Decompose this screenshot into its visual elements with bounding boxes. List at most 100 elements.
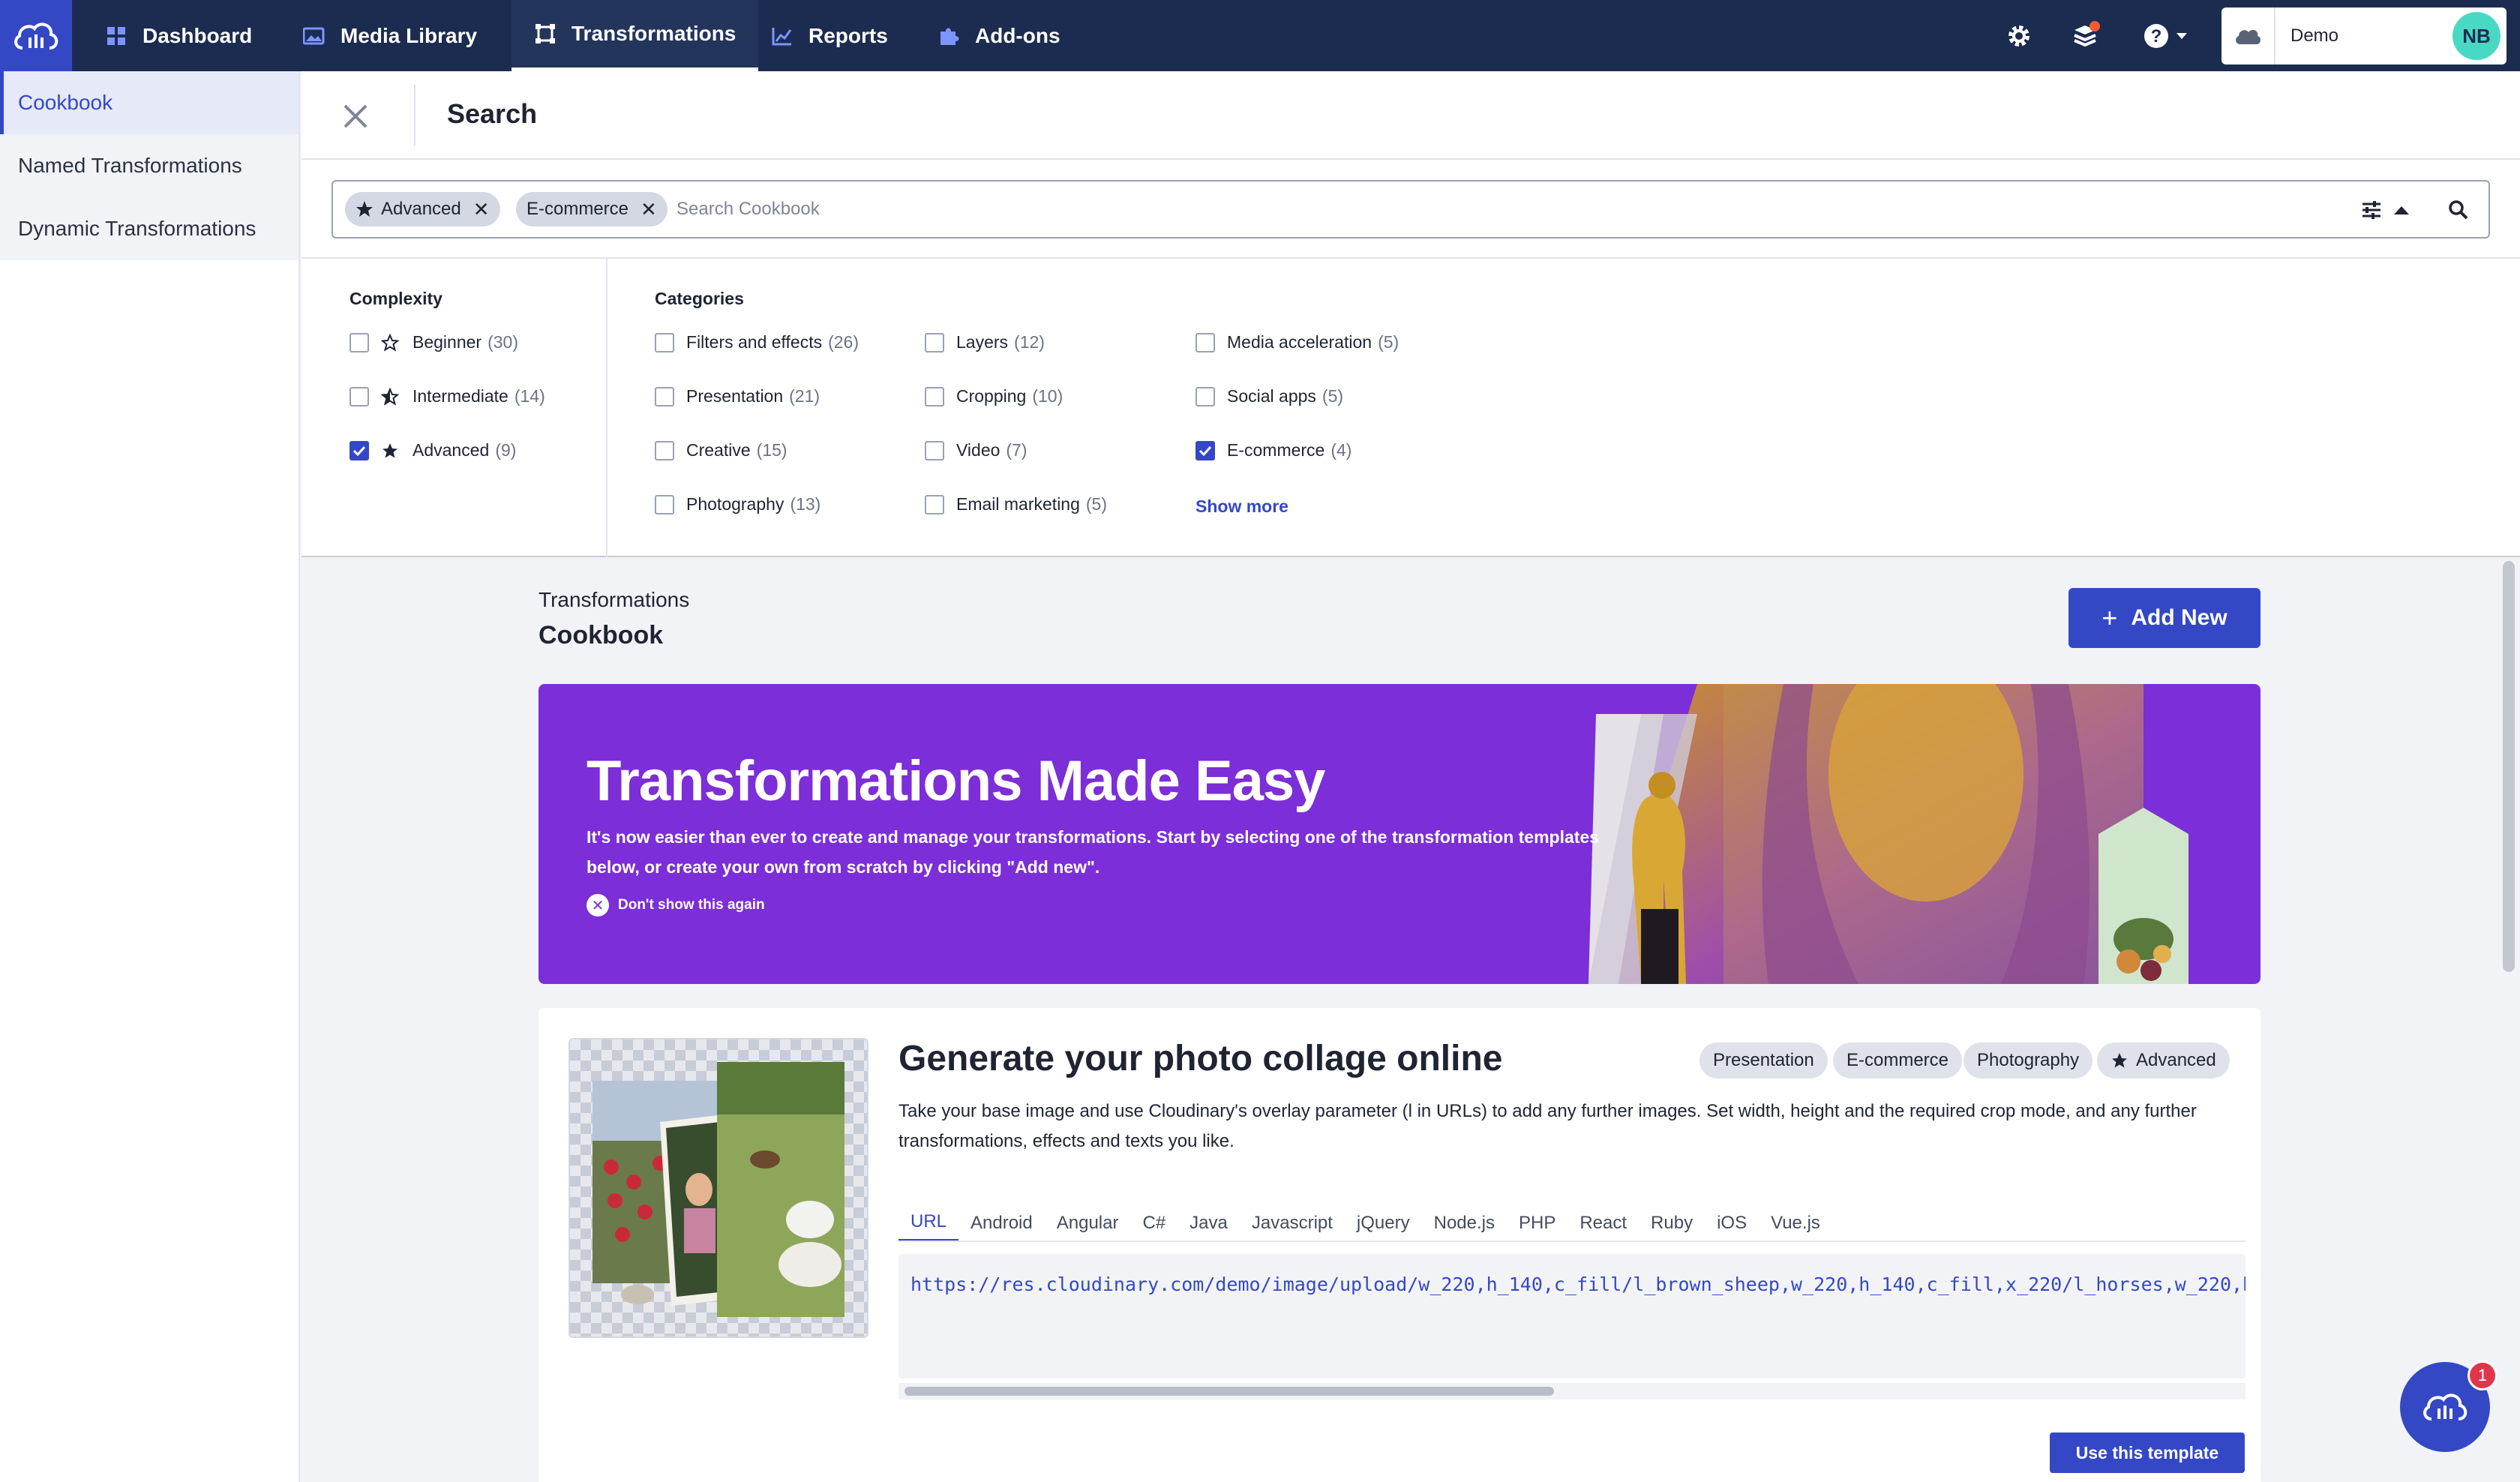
option-count: (15)	[756, 440, 788, 460]
help-menu[interactable]: ?	[2139, 20, 2193, 52]
nav-media-library[interactable]: Media Library	[303, 0, 477, 71]
tab-angular[interactable]: Angular	[1045, 1204, 1131, 1242]
banner-text: It's now easier than ever to create and …	[586, 827, 1600, 877]
checkbox[interactable]	[1196, 386, 1215, 406]
tab-url[interactable]: URL	[898, 1204, 959, 1242]
image-icon	[303, 25, 326, 47]
filter-chip-advanced[interactable]: Advanced ✕	[345, 192, 500, 226]
nav-dashboard[interactable]: Dashboard	[105, 0, 252, 71]
breadcrumb[interactable]: Transformations	[538, 588, 689, 612]
option-label: Email marketing	[956, 494, 1080, 514]
search-icon[interactable]	[2445, 196, 2472, 224]
complexity-option-beginner[interactable]: Beginner (30)	[350, 332, 518, 352]
option-label: Beginner	[412, 332, 482, 352]
option-count: (13)	[790, 494, 821, 514]
search-bar[interactable]: Advanced ✕ E-commerce ✕	[332, 180, 2490, 238]
checkbox[interactable]	[655, 494, 674, 514]
checkbox[interactable]	[350, 332, 369, 352]
sidebar-item-dynamic-transformations[interactable]: Dynamic Transformations	[0, 197, 298, 260]
sidebar-item-named-transformations[interactable]: Named Transformations	[0, 134, 298, 197]
chat-unread-badge: 1	[2468, 1360, 2498, 1390]
collage-preview-image	[592, 1062, 844, 1317]
tab-ios[interactable]: iOS	[1705, 1204, 1759, 1242]
collapse-caret-icon[interactable]	[2388, 196, 2415, 224]
notification-dot	[2090, 21, 2100, 32]
nav-transformations-label: Transformations	[572, 22, 736, 45]
category-option-ecommerce[interactable]: E-commerce (4)	[1196, 440, 1352, 460]
svg-text:?: ?	[2151, 26, 2162, 46]
checkbox[interactable]	[655, 440, 674, 460]
nav-reports[interactable]: Reports	[771, 0, 888, 71]
option-label: Media acceleration	[1227, 332, 1372, 352]
category-option[interactable]: Video (7)	[925, 440, 1028, 460]
show-more-link[interactable]: Show more	[1196, 496, 1288, 517]
use-template-button[interactable]: Use this template	[2050, 1432, 2245, 1473]
search-input[interactable]	[676, 192, 2252, 226]
category-option[interactable]: Email marketing (5)	[925, 494, 1107, 514]
checkbox[interactable]	[925, 440, 944, 460]
star-outline-icon	[381, 333, 399, 352]
complexity-option-intermediate[interactable]: Intermediate (14)	[350, 386, 545, 406]
cloud-logo-icon	[2423, 1394, 2468, 1420]
checkbox[interactable]	[925, 386, 944, 406]
nav-addons[interactable]: Add-ons	[938, 0, 1060, 71]
category-option[interactable]: Media acceleration (5)	[1196, 332, 1399, 352]
categories-title: Categories	[655, 289, 744, 308]
category-option[interactable]: Creative (15)	[655, 440, 788, 460]
tab-ruby[interactable]: Ruby	[1639, 1204, 1705, 1242]
option-label: Photography	[686, 494, 784, 514]
filter-chip-label: Advanced	[381, 199, 461, 219]
star-filled-icon	[356, 201, 373, 217]
checkbox[interactable]	[925, 494, 944, 514]
checkbox-checked[interactable]	[350, 440, 369, 460]
checkbox[interactable]	[925, 332, 944, 352]
template-thumbnail[interactable]	[568, 1038, 868, 1338]
option-count: (7)	[1006, 440, 1028, 460]
tab-android[interactable]: Android	[958, 1204, 1045, 1242]
checkbox[interactable]	[655, 386, 674, 406]
checkbox-checked[interactable]	[1196, 440, 1215, 460]
add-new-button[interactable]: + Add New	[2068, 588, 2260, 648]
category-option[interactable]: Layers (12)	[925, 332, 1045, 352]
tag-ecommerce[interactable]: E-commerce	[1833, 1042, 1963, 1078]
sidebar-item-cookbook[interactable]: Cookbook	[0, 71, 298, 134]
category-option[interactable]: Social apps (5)	[1196, 386, 1343, 406]
tab-csharp[interactable]: C#	[1130, 1204, 1178, 1242]
avatar[interactable]: NB	[2452, 12, 2500, 60]
notifications-icon[interactable]	[2068, 20, 2102, 52]
filter-settings-icon[interactable]	[2358, 196, 2385, 224]
page-scrollbar-thumb[interactable]	[2503, 561, 2515, 972]
code-snippet-box[interactable]: https://res.cloudinary.com/demo/image/up…	[898, 1254, 2246, 1378]
settings-gear-icon[interactable]	[2002, 20, 2036, 52]
tag-advanced[interactable]: Advanced	[2097, 1042, 2230, 1078]
tab-jquery[interactable]: jQuery	[1345, 1204, 1422, 1242]
cloudinary-logo[interactable]	[0, 0, 72, 71]
dismiss-banner-button[interactable]: ✕ Don't show this again	[586, 894, 765, 916]
tab-php[interactable]: PHP	[1507, 1204, 1568, 1242]
tab-java[interactable]: Java	[1178, 1204, 1240, 1242]
filter-panel: Advanced ✕ E-commerce ✕ Complexity Begin…	[302, 160, 2520, 557]
remove-chip-icon[interactable]: ✕	[640, 200, 657, 219]
scrollbar-thumb[interactable]	[904, 1387, 1554, 1396]
nav-transformations[interactable]: Transformations	[512, 0, 759, 71]
checkbox[interactable]	[350, 386, 369, 406]
checkbox[interactable]	[655, 332, 674, 352]
account-switcher[interactable]: Demo NB	[2222, 8, 2506, 64]
tab-vuejs[interactable]: Vue.js	[1759, 1204, 1832, 1242]
complexity-option-advanced[interactable]: Advanced (9)	[350, 440, 516, 460]
tab-nodejs[interactable]: Node.js	[1422, 1204, 1507, 1242]
tab-react[interactable]: React	[1568, 1204, 1639, 1242]
category-option[interactable]: Filters and effects (26)	[655, 332, 859, 352]
remove-chip-icon[interactable]: ✕	[473, 200, 490, 219]
category-option[interactable]: Photography (13)	[655, 494, 820, 514]
tag-presentation[interactable]: Presentation	[1700, 1042, 1828, 1078]
tag-photography[interactable]: Photography	[1964, 1042, 2093, 1078]
option-count: (5)	[1322, 386, 1344, 406]
checkbox[interactable]	[1196, 332, 1215, 352]
category-option[interactable]: Cropping (10)	[925, 386, 1063, 406]
category-option[interactable]: Presentation (21)	[655, 386, 820, 406]
filter-chip-ecommerce[interactable]: E-commerce ✕	[516, 192, 668, 226]
close-icon[interactable]	[339, 100, 372, 133]
tab-javascript[interactable]: Javascript	[1240, 1204, 1345, 1242]
horizontal-scrollbar[interactable]	[898, 1383, 2246, 1400]
